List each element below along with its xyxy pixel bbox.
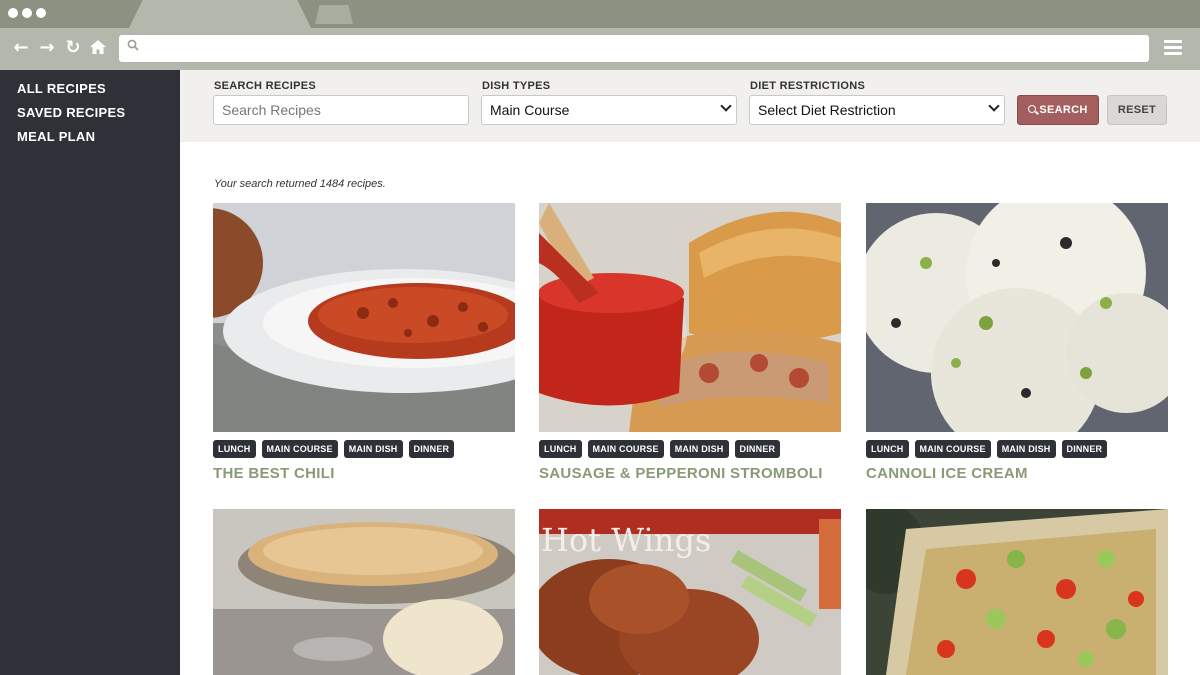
tag-list: LUNCH MAIN COURSE MAIN DISH DINNER [866,440,1108,458]
sidebar: ALL RECIPES SAVED RECIPES MEAL PLAN [0,70,180,675]
reset-button[interactable]: RESET [1107,95,1167,125]
tag-lunch[interactable]: LUNCH [866,440,909,458]
recipe-image-hot-wings[interactable]: Hot Wings [539,509,841,675]
browser-tab-new[interactable] [315,5,353,24]
tag-main-course[interactable]: MAIN COURSE [587,440,664,458]
home-icon[interactable] [88,38,108,58]
tag-dinner[interactable]: DINNER [408,440,455,458]
tag-list: LUNCH MAIN COURSE MAIN DISH DINNER [539,440,781,458]
search-icon [1028,105,1037,113]
recipe-title[interactable]: CANNOLI ICE CREAM [866,465,1028,482]
search-button[interactable]: SEARCH [1017,95,1099,125]
tag-main-course[interactable]: MAIN COURSE [261,440,338,458]
diet-restrictions-select[interactable]: Select Diet Restriction [749,95,1005,125]
window-dot-maximize[interactable] [36,8,46,18]
recipe-image-cannoli-ice-cream[interactable] [866,203,1168,432]
recipe-image-pie[interactable] [213,509,515,675]
recipe-card[interactable]: LUNCH MAIN COURSE MAIN DISH DINNER THE B… [213,203,515,482]
back-icon[interactable]: ← [11,38,31,58]
search-button-label: SEARCH [1039,104,1088,116]
tag-dinner[interactable]: DINNER [734,440,781,458]
tag-lunch[interactable]: LUNCH [213,440,256,458]
recipe-image-stromboli[interactable] [539,203,841,432]
tag-list: LUNCH MAIN COURSE MAIN DISH DINNER [213,440,455,458]
window-dot-minimize[interactable] [22,8,32,18]
chevron-down-icon [988,100,1000,112]
tag-main-dish[interactable]: MAIN DISH [996,440,1056,458]
search-recipes-label: SEARCH RECIPES [214,80,316,92]
sidebar-item-saved-recipes[interactable]: SAVED RECIPES [0,104,180,128]
recipe-title[interactable]: SAUSAGE & PEPPERONI STROMBOLI [539,465,823,482]
main-content: SEARCH RECIPES DISH TYPES Main Course DI… [180,70,1200,675]
window-dot-close[interactable] [8,8,18,18]
sidebar-item-all-recipes[interactable]: ALL RECIPES [0,80,180,104]
recipe-card[interactable]: Hot Wings [539,509,841,675]
filter-bar: SEARCH RECIPES DISH TYPES Main Course DI… [180,70,1200,142]
dish-types-label: DISH TYPES [482,80,551,92]
diet-restrictions-label: DIET RESTRICTIONS [750,80,866,92]
tag-lunch[interactable]: LUNCH [539,440,582,458]
address-bar[interactable] [119,35,1149,62]
tag-main-course[interactable]: MAIN COURSE [914,440,991,458]
tag-main-dish[interactable]: MAIN DISH [669,440,729,458]
recipe-card[interactable]: LUNCH MAIN COURSE MAIN DISH DINNER SAUSA… [539,203,841,482]
recipe-card[interactable]: LUNCH MAIN COURSE MAIN DISH DINNER CANNO… [866,203,1168,482]
recipe-image-salad[interactable] [866,509,1168,675]
recipe-image-chili[interactable] [213,203,515,432]
recipe-title[interactable]: THE BEST CHILI [213,465,335,482]
dish-types-value: Main Course [490,102,570,118]
result-count: Your search returned 1484 recipes. [214,178,386,190]
reload-icon[interactable]: ↻ [63,38,83,58]
hamburger-menu-icon[interactable] [1164,40,1182,56]
tag-main-dish[interactable]: MAIN DISH [343,440,403,458]
dish-types-select[interactable]: Main Course [481,95,737,125]
browser-tab-active[interactable] [128,0,312,30]
address-search-icon [127,39,139,55]
forward-icon[interactable]: → [37,38,57,58]
reset-button-label: RESET [1117,104,1157,116]
diet-restrictions-value: Select Diet Restriction [758,102,896,118]
sidebar-item-meal-plan[interactable]: MEAL PLAN [0,128,180,152]
tag-dinner[interactable]: DINNER [1061,440,1108,458]
recipe-card[interactable] [866,509,1168,675]
recipe-card[interactable] [213,509,515,675]
chevron-down-icon [720,100,732,112]
hot-wings-overlay-text: Hot Wings [541,521,712,559]
search-recipes-input[interactable] [213,95,469,125]
